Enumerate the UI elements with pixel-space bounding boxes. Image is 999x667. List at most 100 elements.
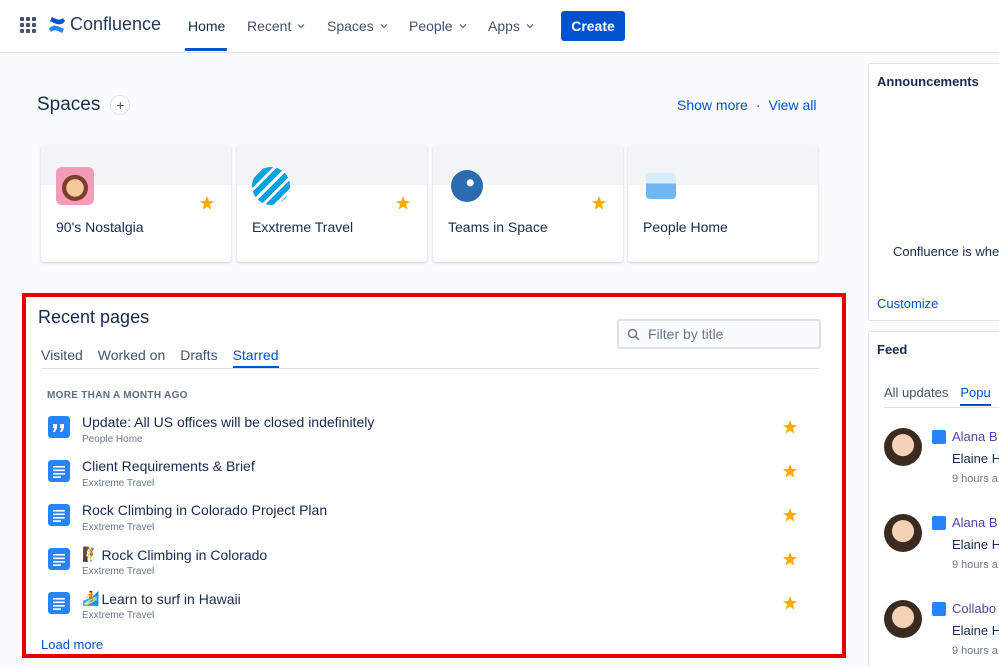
nav-active-indicator <box>185 48 227 51</box>
page-title[interactable]: 🧗 Rock Climbing in Colorado <box>82 546 267 563</box>
view-all-link[interactable]: View all <box>768 97 816 113</box>
customize-link[interactable]: Customize <box>877 296 938 311</box>
group-label: MORE THAN A MONTH AGO <box>47 390 188 401</box>
nav-apps-label: Apps <box>488 18 520 34</box>
page-icon <box>48 504 70 526</box>
feed-title: Feed <box>877 342 908 357</box>
page-title[interactable]: Client Requirements & Brief <box>82 458 255 474</box>
space-name: Teams in Space <box>448 219 548 235</box>
nav-spaces-label: Spaces <box>327 18 374 34</box>
page-title[interactable]: Rock Climbing in Colorado Project Plan <box>82 502 327 518</box>
star-icon[interactable] <box>782 551 798 567</box>
feed-item-time: 9 hours a <box>952 473 998 485</box>
star-icon[interactable] <box>782 507 798 523</box>
feed-item-author: Elaine H <box>952 537 999 552</box>
tab-all-updates[interactable]: All updates <box>884 385 948 400</box>
nav-people[interactable]: People <box>409 18 467 34</box>
search-icon <box>627 328 640 341</box>
blog-quote-icon <box>48 416 70 438</box>
page-icon <box>48 592 70 614</box>
feed-item-author: Elaine H <box>952 623 999 638</box>
avatar <box>884 514 922 552</box>
feed-item[interactable]: Alana B Elaine H 9 hours a <box>884 514 999 584</box>
space-card-teams-in-space[interactable]: Teams in Space <box>433 145 623 262</box>
star-icon[interactable] <box>782 595 798 611</box>
top-navigation: Confluence Home Recent Spaces People App… <box>0 0 999 53</box>
page-icon <box>932 516 946 530</box>
people-avatar-icon <box>646 173 676 199</box>
tab-worked-on[interactable]: Worked on <box>98 347 165 363</box>
feed-item-title[interactable]: Alana B <box>952 515 998 530</box>
rocket-avatar-icon <box>451 170 483 202</box>
page-space: Exxtreme Travel <box>82 610 155 621</box>
feed-item-title[interactable]: Alana B <box>952 429 998 444</box>
spaces-links: Show more · View all <box>677 97 816 113</box>
confluence-logo-icon <box>49 16 65 33</box>
tab-starred[interactable]: Starred <box>232 347 279 368</box>
star-icon[interactable] <box>782 463 798 479</box>
feed-item[interactable]: Collabo Elaine H 9 hours a <box>884 600 999 667</box>
create-button[interactable]: Create <box>561 11 625 41</box>
page-space: Exxtreme Travel <box>82 522 155 533</box>
feed-tabs: All updates Popu <box>884 385 992 406</box>
list-item[interactable]: Client Requirements & Brief Exxtreme Tra… <box>48 458 798 498</box>
list-item[interactable]: Update: All US offices will be closed in… <box>48 414 798 454</box>
nav-home-label: Home <box>188 18 226 34</box>
page-title[interactable]: Update: All US offices will be closed in… <box>82 414 374 430</box>
announcements-title: Announcements <box>877 74 979 89</box>
links-separator: · <box>755 97 761 113</box>
page-icon <box>48 548 70 570</box>
nav-home[interactable]: Home <box>188 18 225 34</box>
star-icon[interactable] <box>782 419 798 435</box>
app-switcher-icon[interactable] <box>20 17 36 33</box>
load-more-link[interactable]: Load more <box>41 637 103 652</box>
add-space-button[interactable]: + <box>110 95 131 115</box>
chevron-down-icon <box>297 24 305 29</box>
space-card-90s-nostalgia[interactable]: 90's Nostalgia <box>41 145 231 262</box>
nav-recent[interactable]: Recent <box>247 18 305 34</box>
tab-drafts[interactable]: Drafts <box>180 347 217 363</box>
nav-recent-label: Recent <box>247 18 292 34</box>
list-item[interactable]: Rock Climbing in Colorado Project Plan E… <box>48 502 798 542</box>
page-icon <box>932 430 946 444</box>
confluence-logo[interactable]: Confluence <box>48 14 161 35</box>
feed-item-author: Elaine H <box>952 451 999 466</box>
surfing-emoji-icon: 🏄 <box>82 590 100 606</box>
app-name: Confluence <box>70 14 162 34</box>
nav-people-label: People <box>409 18 453 34</box>
list-item[interactable]: 🏄 Learn to surf in Hawaii Exxtreme Trave… <box>48 590 798 630</box>
feed-item-time: 9 hours a <box>952 559 998 571</box>
feed-item-title[interactable]: Collabo <box>952 601 996 616</box>
nav-spaces[interactable]: Spaces <box>327 18 388 34</box>
filter-placeholder: Filter by title <box>648 326 724 342</box>
nav-apps[interactable]: Apps <box>488 18 534 34</box>
tab-popular[interactable]: Popu <box>960 385 992 406</box>
feed-tabs-divider <box>884 407 999 408</box>
travel-avatar-icon <box>252 167 290 205</box>
nostalgia-avatar-icon <box>56 167 94 205</box>
page-icon <box>48 460 70 482</box>
right-sidebar: Announcements Confluence is whe Customiz… <box>858 53 999 667</box>
recent-pages-title: Recent pages <box>38 307 150 327</box>
space-card-people-home[interactable]: People Home <box>628 145 818 262</box>
feed-item[interactable]: Alana B Elaine H 9 hours a <box>884 428 999 498</box>
recent-pages-panel: Recent pages Filter by title Visited Wor… <box>22 293 846 658</box>
space-name: 90's Nostalgia <box>56 219 144 235</box>
filter-by-title-input[interactable]: Filter by title <box>617 319 821 349</box>
chevron-down-icon <box>380 24 388 29</box>
tab-visited[interactable]: Visited <box>41 347 83 363</box>
star-icon[interactable] <box>591 195 607 211</box>
star-icon[interactable] <box>199 195 215 211</box>
tabs-divider <box>41 368 819 369</box>
space-card-exxtreme-travel[interactable]: Exxtreme Travel <box>237 145 427 262</box>
page-title[interactable]: 🏄 Learn to surf in Hawaii <box>82 590 241 607</box>
page-space: People Home <box>82 434 143 445</box>
spaces-heading: Spaces + <box>37 94 131 116</box>
recent-tabs: Visited Worked on Drafts Starred <box>41 347 279 368</box>
announcements-panel: Announcements Confluence is whe Customiz… <box>868 63 999 321</box>
avatar <box>884 600 922 638</box>
page-icon <box>932 602 946 616</box>
list-item[interactable]: 🧗 Rock Climbing in Colorado Exxtreme Tra… <box>48 546 798 586</box>
show-more-link[interactable]: Show more <box>677 97 748 113</box>
star-icon[interactable] <box>395 195 411 211</box>
